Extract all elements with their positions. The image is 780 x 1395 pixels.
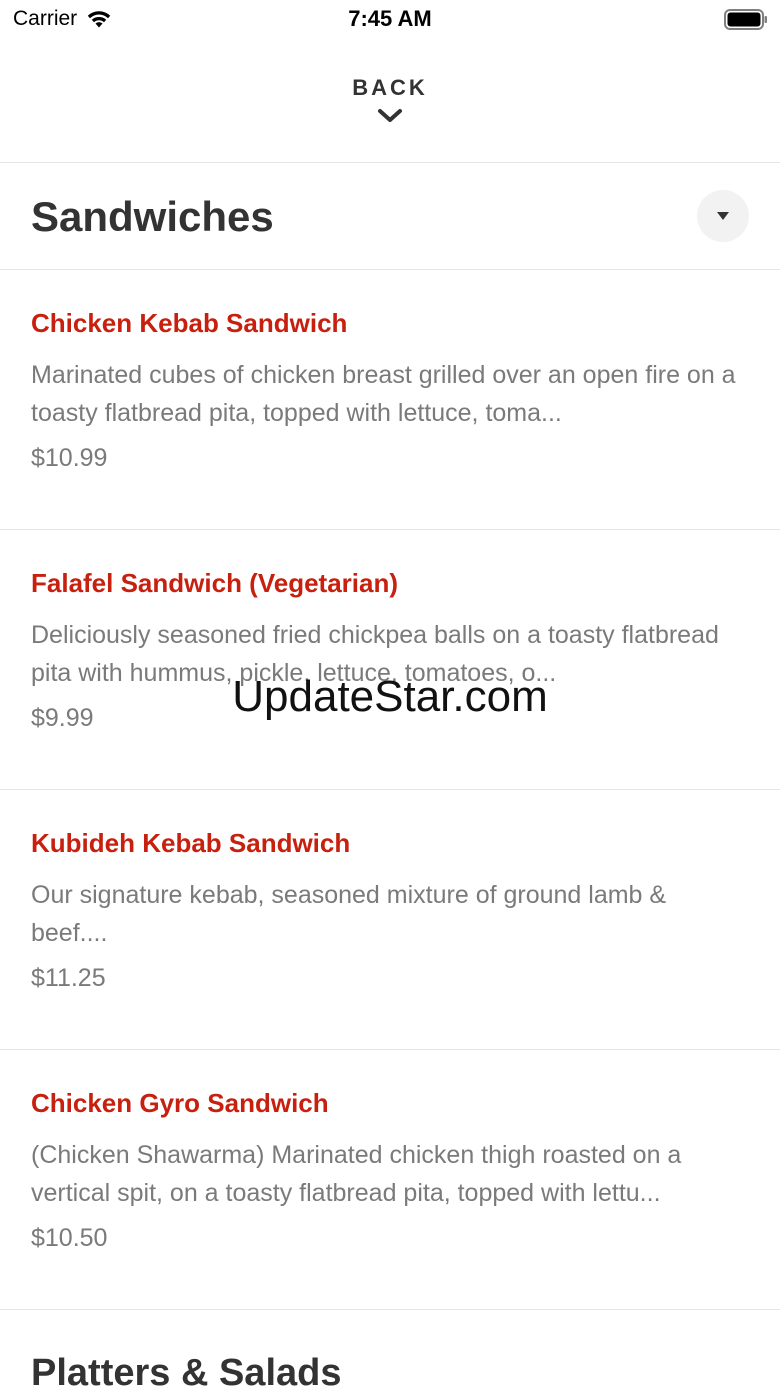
menu-item[interactable]: Falafel Sandwich (Vegetarian) Deliciousl…: [0, 530, 780, 790]
item-description: (Chicken Shawarma) Marinated chicken thi…: [31, 1141, 682, 1207]
menu-item[interactable]: Kubideh Kebab Sandwich Our signature keb…: [0, 790, 780, 1050]
item-price: $10.50: [31, 1224, 108, 1252]
chevron-down-icon: [378, 109, 402, 122]
item-description: Deliciously seasoned fried chickpea ball…: [31, 621, 719, 687]
caret-down-icon: [717, 212, 729, 220]
category-header: Sandwiches: [0, 164, 780, 270]
item-name: Falafel Sandwich (Vegetarian): [31, 568, 398, 598]
status-bar: Carrier 7:45 AM: [0, 0, 780, 40]
menu-item[interactable]: Chicken Gyro Sandwich (Chicken Shawarma)…: [0, 1050, 780, 1310]
item-name: Chicken Kebab Sandwich: [31, 308, 348, 338]
item-price: $11.25: [31, 964, 106, 992]
item-price: $10.99: [31, 444, 108, 472]
item-description: Marinated cubes of chicken breast grille…: [31, 361, 736, 427]
category-title: Sandwiches: [31, 193, 274, 240]
menu-item[interactable]: Chicken Kebab Sandwich Marinated cubes o…: [0, 270, 780, 530]
item-name: Kubideh Kebab Sandwich: [31, 828, 351, 858]
item-name: Chicken Gyro Sandwich: [31, 1088, 329, 1118]
back-label: BACK: [352, 75, 428, 100]
item-description: Our signature kebab, seasoned mixture of…: [31, 881, 667, 947]
category-toggle-button[interactable]: [697, 190, 749, 242]
next-category-title: Platters & Salads: [31, 1352, 342, 1394]
status-time: 7:45 AM: [348, 6, 432, 31]
item-price: $9.99: [31, 704, 94, 732]
back-button[interactable]: BACK: [0, 60, 780, 163]
battery-icon: [724, 9, 767, 30]
menu-item-list: Chicken Kebab Sandwich Marinated cubes o…: [0, 270, 780, 1310]
